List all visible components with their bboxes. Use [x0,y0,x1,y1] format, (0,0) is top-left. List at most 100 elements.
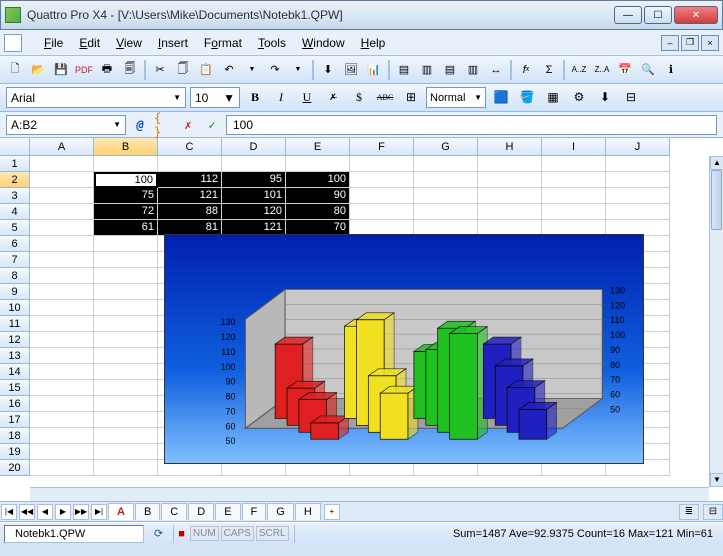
column-header-J[interactable]: J [606,138,670,156]
cell[interactable] [30,428,94,444]
row-header-7[interactable]: 7 [0,252,30,268]
cell[interactable] [30,396,94,412]
cell[interactable] [30,156,94,172]
cell[interactable] [478,188,542,204]
pdf-icon[interactable]: PDF [73,59,95,81]
italic-icon[interactable]: I [270,87,292,109]
perfect-expert-icon[interactable]: ℹ [660,59,682,81]
speedformat-icon[interactable]: ⬇ [594,87,616,109]
cell[interactable] [30,316,94,332]
cell[interactable]: 121 [158,188,222,204]
cell[interactable] [30,236,94,252]
cell[interactable]: 75 [94,188,158,204]
cell[interactable] [30,252,94,268]
cell[interactable] [94,380,158,396]
abc-icon[interactable]: ABC [374,87,396,109]
cell-reference-box[interactable]: A:B2▼ [6,115,126,135]
cell[interactable] [30,348,94,364]
print-icon[interactable]: 🖶 [96,59,118,81]
cell[interactable] [94,460,158,476]
row-header-5[interactable]: 5 [0,220,30,236]
sheet-tab-F[interactable]: F [242,503,267,520]
insert-cols-icon[interactable]: ▥ [416,59,438,81]
cell[interactable] [606,188,670,204]
cell[interactable] [414,204,478,220]
redo-drop-icon[interactable]: ▼ [287,59,309,81]
row-header-14[interactable]: 14 [0,364,30,380]
row-header-15[interactable]: 15 [0,380,30,396]
cell[interactable] [350,172,414,188]
maximize-button[interactable]: ☐ [644,6,672,24]
cell[interactable] [542,172,606,188]
cell[interactable] [94,268,158,284]
mdi-close-button[interactable]: × [701,35,719,51]
insert-rows-icon[interactable]: ▤ [393,59,415,81]
cell[interactable] [478,172,542,188]
tab-new-icon[interactable]: + [324,504,340,520]
cell[interactable] [94,332,158,348]
cell[interactable] [222,156,286,172]
cell[interactable]: 80 [286,204,350,220]
cell[interactable] [94,444,158,460]
copy-icon[interactable]: 🗍 [172,59,194,81]
cell[interactable] [94,396,158,412]
sheet-tab-E[interactable]: E [215,503,240,520]
row-header-19[interactable]: 19 [0,444,30,460]
column-header-H[interactable]: H [478,138,542,156]
cell[interactable] [94,364,158,380]
at-function-icon[interactable]: @ [130,115,150,135]
menu-tools[interactable]: Tools [250,34,294,52]
cell[interactable]: 95 [222,172,286,188]
sort-az-icon[interactable]: A..Z [568,59,590,81]
underline-icon[interactable]: U [296,87,318,109]
tab-prev-fast-icon[interactable]: ◀◀ [19,504,35,520]
calendar-icon[interactable]: 📅 [614,59,636,81]
cell[interactable] [542,204,606,220]
menu-view[interactable]: View [108,34,150,52]
cell[interactable] [94,156,158,172]
cell[interactable] [30,332,94,348]
column-header-B[interactable]: B [94,138,158,156]
formula-input[interactable]: 100 [226,115,717,135]
cell[interactable] [30,364,94,380]
strikeout-icon[interactable]: ✗̶ [322,87,344,109]
sum-icon[interactable]: Σ [538,59,560,81]
print-preview-icon[interactable]: 🗐 [119,59,141,81]
row-header-9[interactable]: 9 [0,284,30,300]
close-button[interactable]: ✕ [674,6,718,24]
undo-drop-icon[interactable]: ▼ [241,59,263,81]
row-header-3[interactable]: 3 [0,188,30,204]
tab-prev-icon[interactable]: ◀ [37,504,53,520]
cell[interactable]: 100 [286,172,350,188]
tab-last-icon[interactable]: ▶| [91,504,107,520]
cell[interactable] [606,172,670,188]
menu-format[interactable]: Format [196,34,250,52]
row-header-13[interactable]: 13 [0,348,30,364]
row-header-6[interactable]: 6 [0,236,30,252]
undo-icon[interactable]: ↶ [218,59,240,81]
status-refresh-icon[interactable]: ⟳ [144,525,174,543]
cell[interactable] [94,300,158,316]
cell[interactable] [478,204,542,220]
cell[interactable]: 61 [94,220,158,236]
font-size-selector[interactable]: 10▼ [190,87,240,108]
cell[interactable] [158,156,222,172]
cell[interactable] [350,188,414,204]
chart-icon[interactable]: 📊 [363,59,385,81]
cell[interactable] [414,172,478,188]
picture-icon[interactable]: 🖼 [340,59,362,81]
split-icon[interactable]: ⊟ [703,504,723,520]
row-header-8[interactable]: 8 [0,268,30,284]
cell[interactable] [94,428,158,444]
text-color-icon[interactable]: 🟦 [490,87,512,109]
join-icon[interactable]: ⊟ [620,87,642,109]
borders-icon[interactable]: ▦ [542,87,564,109]
cell[interactable] [94,236,158,252]
row-header-10[interactable]: 10 [0,300,30,316]
cell[interactable] [30,444,94,460]
column-header-G[interactable]: G [414,138,478,156]
row-header-11[interactable]: 11 [0,316,30,332]
tab-next-fast-icon[interactable]: ▶▶ [73,504,89,520]
row-header-20[interactable]: 20 [0,460,30,476]
accept-icon[interactable]: ✓ [202,115,222,135]
